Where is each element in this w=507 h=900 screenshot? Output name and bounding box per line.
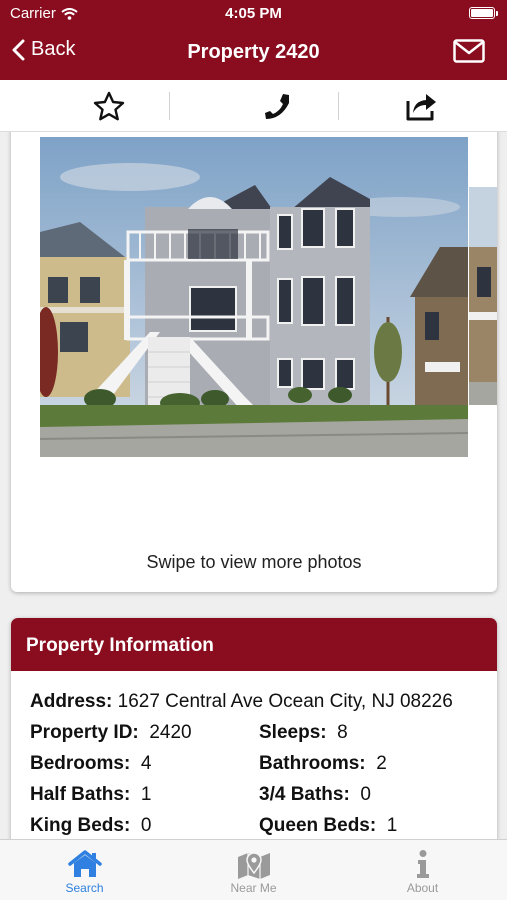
status-bar: Carrier 4:05 PM: [0, 0, 507, 26]
detail-label: Bathrooms:: [259, 753, 366, 774]
property-info-card: Property Information Address: 1627 Centr…: [11, 618, 497, 858]
share-icon: [406, 94, 436, 121]
email-button[interactable]: [453, 39, 485, 68]
status-time: 4:05 PM: [225, 5, 282, 22]
tab-near-me[interactable]: Near Me: [169, 840, 338, 900]
three-quarter-baths-cell: 3/4 Baths: 0: [259, 784, 488, 815]
action-bar: [0, 80, 507, 132]
call-button[interactable]: [261, 90, 295, 122]
property-photo[interactable]: [40, 137, 468, 457]
detail-label: Half Baths:: [30, 784, 131, 805]
detail-value: 0: [360, 784, 371, 805]
property-id-cell: Property ID: 2420: [30, 722, 259, 753]
detail-value: 2420: [149, 722, 192, 743]
detail-value: 0: [140, 815, 152, 836]
share-button[interactable]: [404, 90, 438, 122]
battery-icon: [469, 7, 498, 19]
house-icon: [67, 850, 102, 877]
address-label: Address:: [30, 691, 113, 712]
half-baths-cell: Half Baths: 1: [30, 784, 259, 815]
star-outline-icon: [93, 91, 125, 121]
sleeps-cell: Sleeps: 8: [259, 722, 488, 753]
page-title: Property 2420: [187, 41, 320, 63]
details-row: Property ID: 2420 Sleeps: 8: [30, 722, 490, 753]
address-value: 1627 Central Ave Ocean City, NJ 08226: [117, 691, 453, 712]
bedrooms-cell: Bedrooms: 4: [30, 753, 259, 784]
info-icon: [416, 850, 429, 878]
tab-bar: Search Near Me About: [0, 839, 507, 900]
next-photo-preview[interactable]: [469, 187, 497, 405]
swipe-hint: Swipe to view more photos: [146, 552, 362, 572]
details-row: Bedrooms: 4 Bathrooms: 2: [30, 753, 490, 784]
action-divider: [169, 92, 170, 120]
property-details-grid: Property ID: 2420 Sleeps: 8 Bedrooms: 4 …: [30, 722, 490, 846]
tab-about[interactable]: About: [338, 840, 507, 900]
tab-search[interactable]: Search: [0, 840, 169, 900]
detail-value: 1: [386, 815, 398, 836]
details-row: Half Baths: 1 3/4 Baths: 0: [30, 784, 490, 815]
address-line: Address: 1627 Central Ave Ocean City, NJ…: [30, 691, 453, 713]
chevron-left-icon: [12, 39, 25, 60]
back-button[interactable]: Back: [12, 38, 75, 61]
detail-label: Sleeps:: [259, 722, 327, 743]
action-divider: [338, 92, 339, 120]
detail-value: 2: [376, 753, 387, 774]
detail-value: 8: [337, 722, 348, 743]
tab-label: Near Me: [230, 881, 277, 895]
detail-value: 4: [140, 753, 152, 774]
detail-label: King Beds:: [30, 815, 131, 836]
phone-icon: [265, 94, 289, 119]
detail-label: Queen Beds:: [259, 815, 377, 836]
house-photo-image: [40, 137, 468, 457]
bathrooms-cell: Bathrooms: 2: [259, 753, 488, 784]
envelope-icon: [453, 39, 485, 63]
back-label: Back: [31, 38, 76, 60]
detail-value: 1: [140, 784, 152, 805]
favorite-button[interactable]: [92, 90, 126, 122]
tab-label: About: [406, 881, 439, 895]
navigation-bar: Back Property 2420: [0, 26, 507, 80]
detail-label: 3/4 Baths:: [259, 784, 350, 805]
tab-label: Search: [65, 881, 104, 895]
detail-label: Property ID:: [30, 722, 139, 743]
map-pin-icon: [237, 852, 270, 879]
photo-gallery-card[interactable]: Swipe to view more photos: [11, 120, 497, 592]
property-info-header: Property Information: [11, 618, 497, 671]
detail-label: Bedrooms:: [30, 753, 131, 774]
